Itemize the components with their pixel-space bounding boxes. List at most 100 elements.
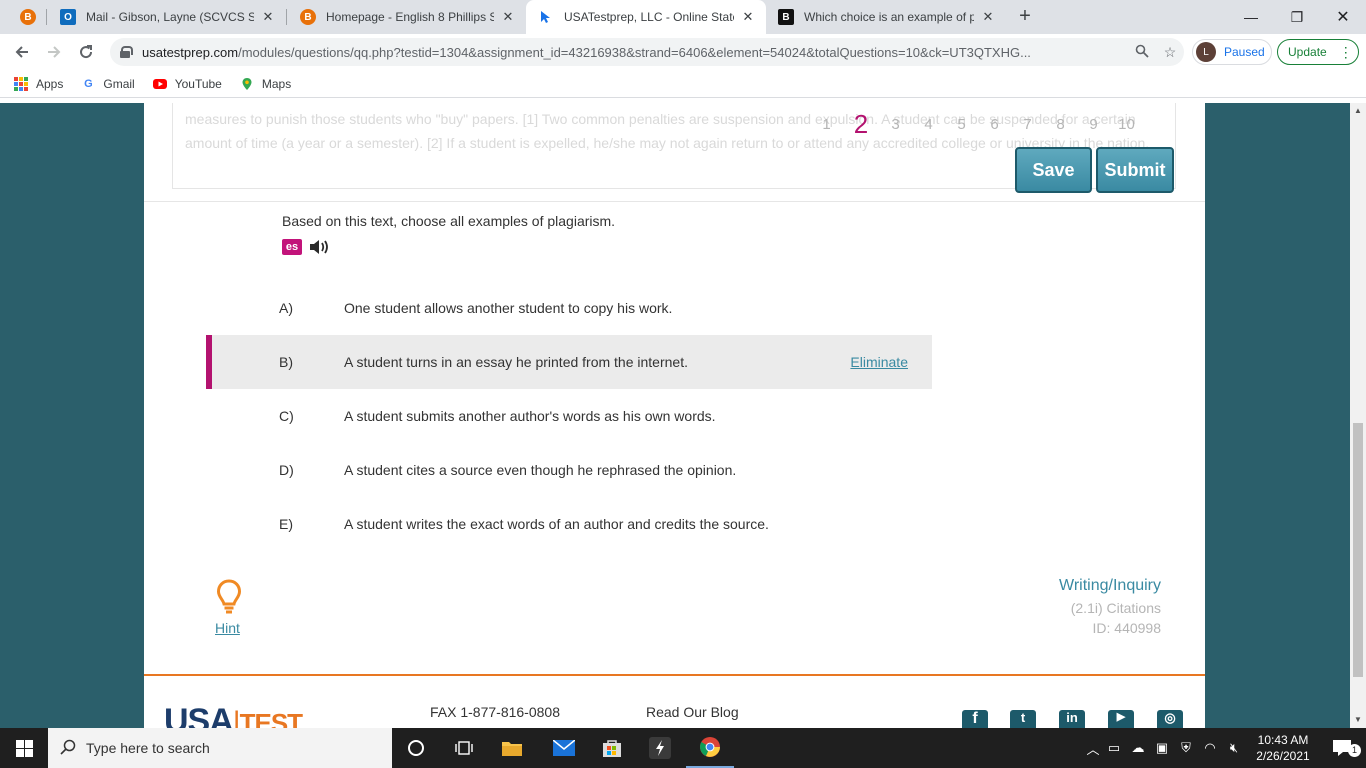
choice-text: A student writes the exact words of an a… xyxy=(344,516,769,532)
question-number-7[interactable]: 7 xyxy=(1011,116,1044,133)
fax-number: FAX 1-877-816-0808 xyxy=(430,704,560,720)
app-icon[interactable] xyxy=(636,728,684,768)
question-number-1[interactable]: 1 xyxy=(810,116,843,133)
bookmark-maps[interactable]: Maps xyxy=(240,77,291,91)
profile-button[interactable]: L Paused xyxy=(1192,39,1272,65)
meet-now-icon[interactable]: ▭ xyxy=(1102,740,1126,756)
update-button[interactable]: Update ⋮ xyxy=(1277,39,1359,65)
windows-taskbar: Type here to search ︿ ▭ ☁ ▣ ⛨ ◠ 🔇︎ 10:43… xyxy=(0,728,1366,768)
question-number-6[interactable]: 6 xyxy=(978,116,1011,133)
back-icon[interactable] xyxy=(10,40,34,64)
new-tab-button[interactable]: + xyxy=(1014,6,1036,28)
close-icon[interactable]: ✕ xyxy=(260,9,276,25)
instagram-icon[interactable]: ◎ xyxy=(1157,710,1183,728)
reload-icon[interactable] xyxy=(74,40,98,64)
kebab-menu-icon[interactable]: ⋮ xyxy=(1339,44,1353,61)
blog-link[interactable]: Read Our Blog xyxy=(646,704,739,720)
apps-grid-icon xyxy=(14,76,28,91)
taskbar-search[interactable]: Type here to search xyxy=(48,728,392,768)
url-host: usatestprep.com xyxy=(142,44,239,60)
facebook-icon[interactable]: f xyxy=(962,710,988,728)
question-number-9[interactable]: 9 xyxy=(1077,116,1110,133)
divider xyxy=(144,201,1205,202)
answer-choice-c[interactable]: C) A student submits another author's wo… xyxy=(206,389,932,443)
security-icon[interactable]: ⛨ xyxy=(1174,740,1198,756)
tab-title: Homepage - English 8 Phillips S2 xyxy=(326,10,494,24)
eliminate-link[interactable]: Eliminate xyxy=(850,354,908,370)
tab-mail[interactable]: O Mail - Gibson, Layne (SCVCS Stud ✕ xyxy=(48,0,286,34)
question-number-3[interactable]: 3 xyxy=(879,116,912,133)
chrome-icon[interactable] xyxy=(686,728,734,768)
close-icon[interactable]: ✕ xyxy=(500,9,516,25)
tab-usatestprep[interactable]: USATestprep, LLC - Online State- ✕ xyxy=(526,0,766,34)
close-icon[interactable]: ✕ xyxy=(980,9,996,25)
bookmarks-bar: Apps G Gmail YouTube Maps xyxy=(0,70,1366,98)
submit-button[interactable]: Submit xyxy=(1096,147,1174,193)
task-view-icon[interactable] xyxy=(440,728,488,768)
spanish-translate-icon[interactable]: es xyxy=(282,239,302,255)
tab-brainly[interactable]: B Which choice is an example of pl ✕ xyxy=(766,0,1006,34)
bookmark-label: Gmail xyxy=(103,76,135,91)
question-number-5[interactable]: 5 xyxy=(945,116,978,133)
scrollbar-thumb[interactable] xyxy=(1353,423,1363,677)
answer-choice-b[interactable]: B) A student turns in an essay he printe… xyxy=(206,335,932,389)
scroll-down-icon[interactable]: ▼ xyxy=(1350,712,1366,728)
answer-choice-a[interactable]: A) One student allows another student to… xyxy=(206,281,932,335)
question-number-current[interactable]: 2 xyxy=(843,109,879,140)
bookmark-youtube[interactable]: YouTube xyxy=(152,77,222,91)
mail-icon[interactable] xyxy=(540,728,588,768)
standard-subtopic: (2.1i) Citations xyxy=(1070,600,1161,616)
save-button[interactable]: Save xyxy=(1015,147,1092,193)
clock-time: 10:43 AM xyxy=(1257,733,1309,747)
profile-status: Paused xyxy=(1224,45,1265,59)
restore-icon[interactable]: ❐ xyxy=(1274,0,1320,34)
tab-title: Which choice is an example of pl xyxy=(804,10,974,24)
speaker-icon[interactable] xyxy=(308,237,332,257)
file-explorer-icon[interactable] xyxy=(488,728,536,768)
tab-homepage[interactable]: B Homepage - English 8 Phillips S2 ✕ xyxy=(288,0,526,34)
choice-letter: C) xyxy=(279,408,294,424)
bookmark-apps[interactable]: Apps xyxy=(14,76,63,91)
url-text[interactable]: usatestprep.com/modules/questions/qq.php… xyxy=(142,45,1128,60)
scroll-up-icon[interactable]: ▲ xyxy=(1350,103,1366,119)
page-scrollbar[interactable]: ▲ ▼ xyxy=(1350,103,1366,728)
tab-separator xyxy=(46,9,47,25)
youtube-social-icon[interactable]: ▶ xyxy=(1108,710,1134,728)
star-icon[interactable]: ☆ xyxy=(1156,44,1184,61)
answer-choice-d[interactable]: D) A student cites a source even though … xyxy=(206,443,932,497)
action-center-icon[interactable]: 1 xyxy=(1318,728,1366,768)
address-bar[interactable]: usatestprep.com/modules/questions/qq.php… xyxy=(110,38,1184,66)
outlook-icon: O xyxy=(60,9,76,25)
usatestprep-logo[interactable]: USA|TEST xyxy=(164,702,303,728)
linkedin-icon[interactable]: in xyxy=(1059,710,1085,728)
system-clock[interactable]: 10:43 AM 2/26/2021 xyxy=(1252,732,1314,764)
chevron-up-icon[interactable]: ︿ xyxy=(1084,739,1102,758)
hint-link[interactable]: Hint xyxy=(215,620,240,636)
onedrive-icon[interactable]: ☁ xyxy=(1126,740,1150,756)
standard-link[interactable]: Writing/Inquiry xyxy=(1059,577,1161,595)
forward-icon[interactable] xyxy=(42,40,66,64)
wifi-icon[interactable]: ◠ xyxy=(1198,740,1222,756)
bookmark-gmail[interactable]: G Gmail xyxy=(81,76,135,91)
question-number-10[interactable]: 10 xyxy=(1110,116,1143,133)
twitter-icon[interactable]: t xyxy=(1010,710,1036,728)
tab-0[interactable]: B xyxy=(8,0,48,34)
choice-letter: E) xyxy=(279,516,293,532)
store-icon[interactable] xyxy=(588,728,636,768)
window-close-icon[interactable]: ✕ xyxy=(1320,0,1366,34)
lightbulb-icon[interactable] xyxy=(216,579,242,615)
cortana-icon[interactable] xyxy=(392,728,440,768)
windows-start-icon[interactable] xyxy=(0,728,48,768)
answer-choice-e[interactable]: E) A student writes the exact words of a… xyxy=(206,497,932,551)
question-number-4[interactable]: 4 xyxy=(912,116,945,133)
close-icon[interactable]: ✕ xyxy=(740,9,756,25)
question-number-8[interactable]: 8 xyxy=(1044,116,1077,133)
zoom-icon[interactable] xyxy=(1128,44,1156,61)
notification-app-icon[interactable]: ▣ xyxy=(1150,740,1174,756)
question-navigator: 1 2 3 4 5 6 7 8 9 10 xyxy=(810,109,1143,140)
minimize-icon[interactable]: — xyxy=(1228,0,1274,34)
volume-muted-icon[interactable]: 🔇︎ xyxy=(1222,740,1246,756)
question-id: ID: 440998 xyxy=(1092,620,1162,636)
choice-letter: D) xyxy=(279,462,294,478)
youtube-icon xyxy=(152,77,167,91)
